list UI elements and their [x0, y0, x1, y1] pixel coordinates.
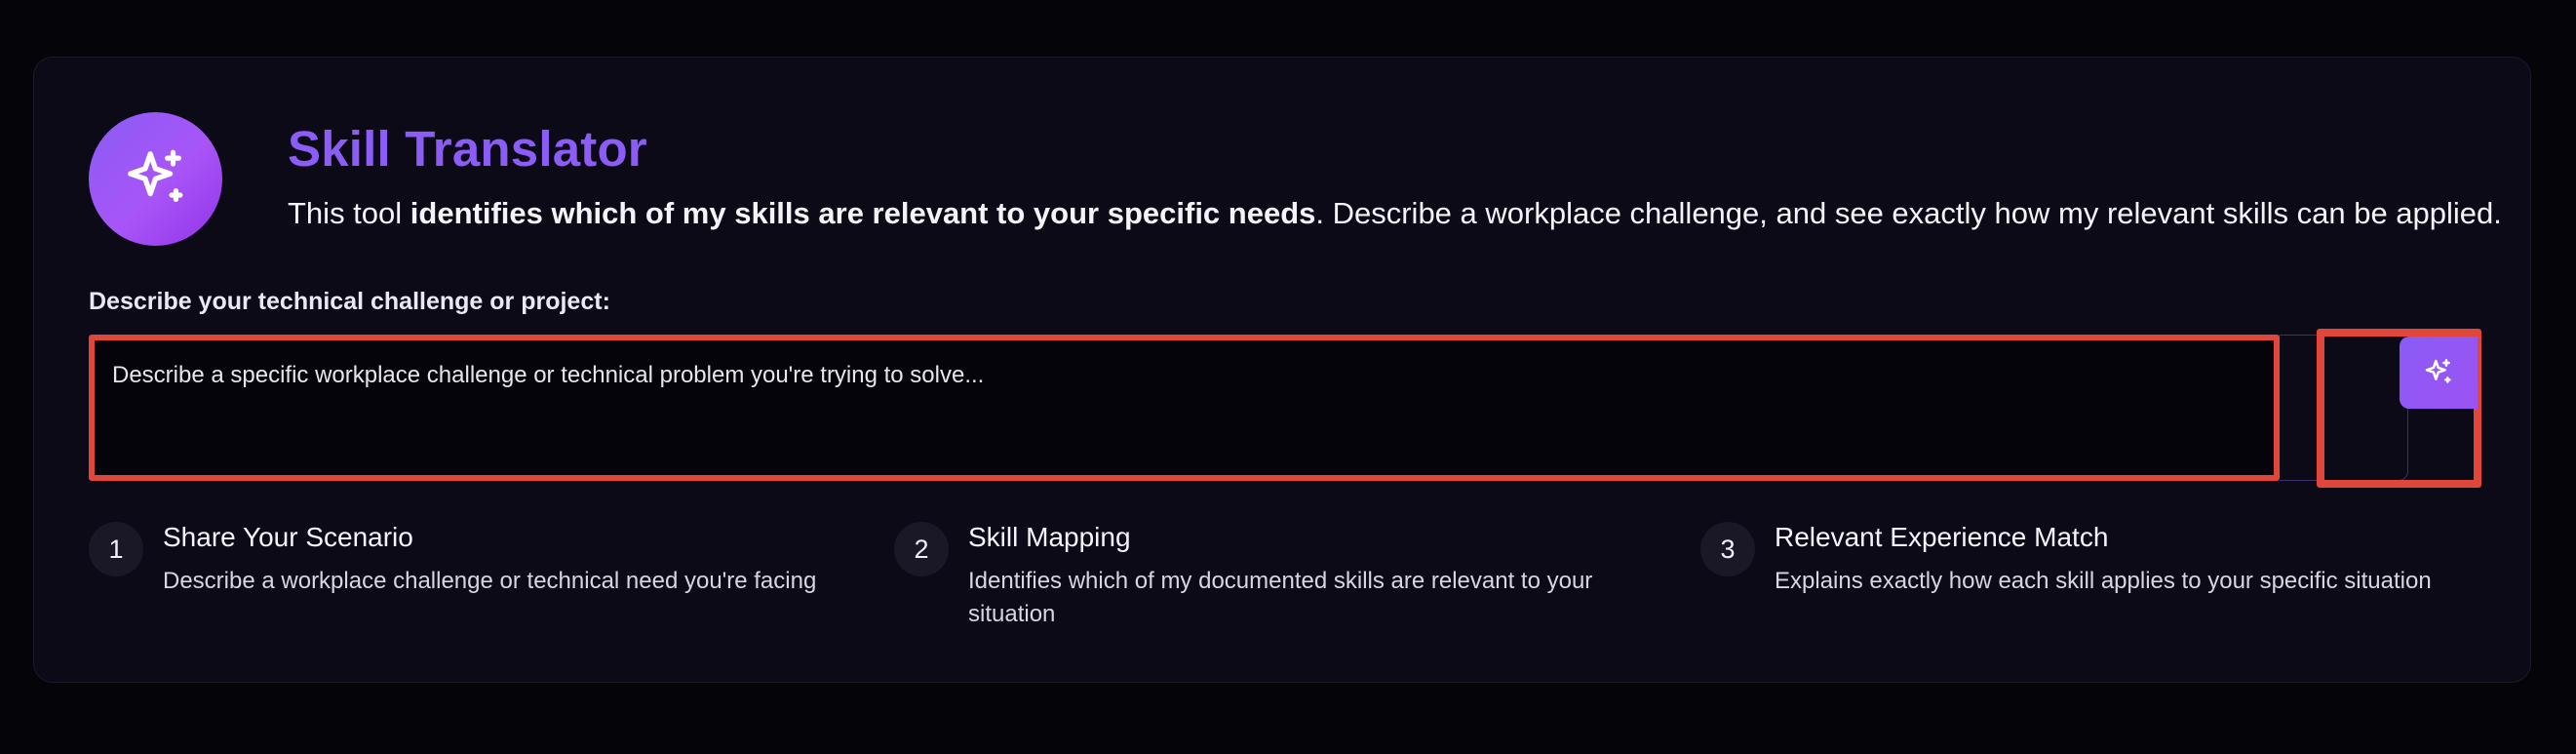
step-description: Describe a workplace challenge or techni…	[163, 568, 817, 594]
challenge-textarea[interactable]: Describe a specific workplace challenge …	[89, 335, 2280, 481]
step-description: Identifies which of my documented skills…	[968, 568, 1593, 627]
challenge-placeholder: Describe a specific workplace challenge …	[112, 362, 985, 388]
step-description: Explains exactly how each skill applies …	[1775, 568, 2432, 594]
translate-submit-button[interactable]	[2400, 337, 2478, 409]
step-number: 2	[894, 522, 949, 576]
description-suffix: . Describe a workplace challenge, and se…	[1315, 196, 2502, 230]
page-title: Skill Translator	[288, 121, 647, 177]
description-prefix: This tool	[288, 196, 410, 230]
step-skill-mapping: 2 Skill Mapping Identifies which of my d…	[894, 522, 1655, 629]
step-share-scenario: 1 Share Your Scenario Describe a workpla…	[89, 522, 888, 629]
step-title: Skill Mapping	[968, 522, 1131, 552]
sparkles-icon	[2425, 359, 2451, 383]
sparkles-logo-icon	[89, 112, 222, 246]
step-number: 3	[1700, 522, 1755, 576]
step-title: Share Your Scenario	[163, 522, 413, 552]
step-title: Relevant Experience Match	[1775, 522, 2109, 552]
skill-translator-card: Skill Translator This tool identifies wh…	[33, 57, 2531, 683]
step-number: 1	[89, 522, 143, 576]
description-bold: identifies which of my skills are releva…	[410, 196, 1316, 230]
step-experience-match: 3 Relevant Experience Match Explains exa…	[1700, 522, 2500, 629]
challenge-field-label: Describe your technical challenge or pro…	[89, 288, 610, 315]
tool-description: This tool identifies which of my skills …	[288, 194, 2511, 233]
